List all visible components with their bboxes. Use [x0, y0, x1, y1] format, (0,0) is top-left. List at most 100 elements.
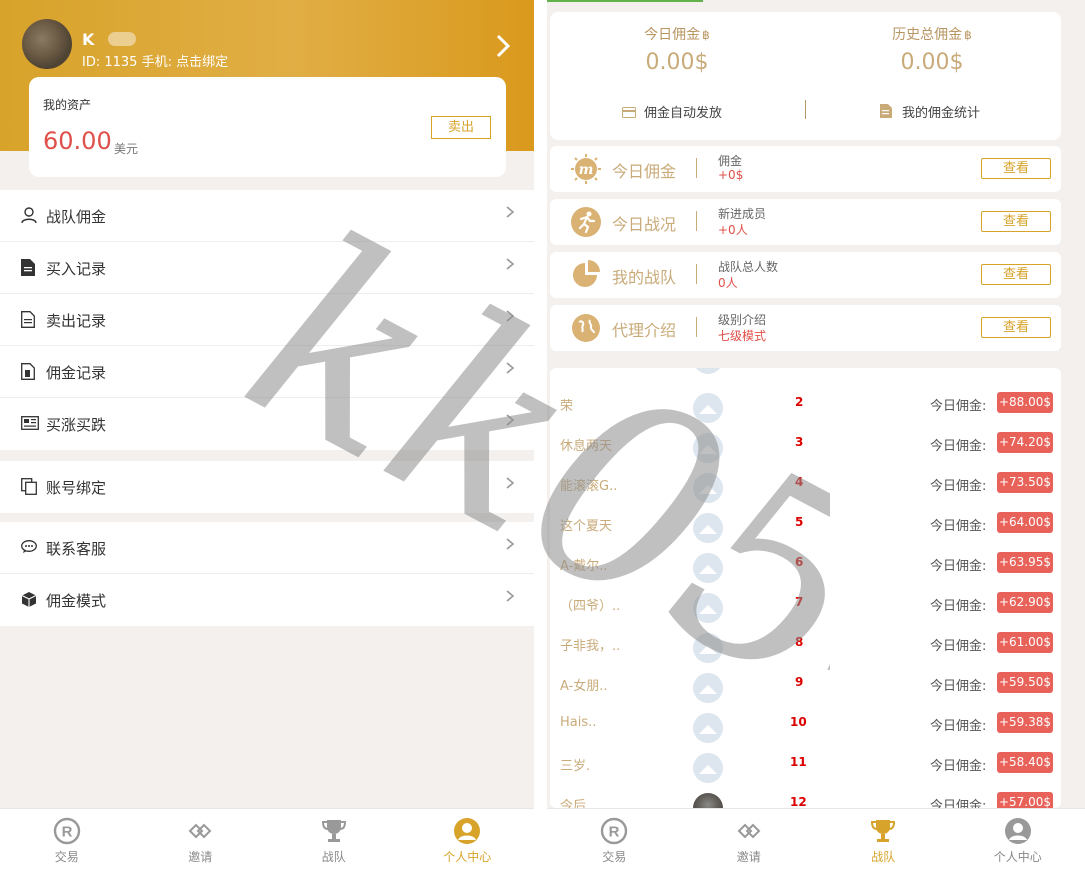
my-commission-stats-link[interactable]: 我的佣金统计 — [880, 102, 980, 121]
row-separator — [696, 317, 697, 337]
menu-item-label: 战队佣金 — [46, 208, 107, 226]
document-icon — [880, 104, 894, 118]
summary-row-title: 今日佣金 — [612, 162, 677, 181]
today-commission-label: 今日佣金: — [930, 439, 987, 454]
view-button[interactable]: 查看 — [981, 317, 1051, 338]
nav-label: 邀请 — [736, 850, 761, 864]
member-name: 今后 — [560, 799, 587, 808]
user-icon — [21, 207, 37, 224]
ranking-row[interactable]: 今后 12 今日佣金: +57.00$ — [550, 784, 1061, 808]
commission-badge: +62.90$ — [997, 592, 1053, 613]
newspaper-icon — [21, 415, 39, 432]
menu-item[interactable]: 佣金模式 — [0, 574, 534, 626]
rank-number: 9 — [795, 675, 804, 689]
user-id-line[interactable]: ID: 1135 手机: 点击绑定 — [82, 51, 228, 70]
menu-item[interactable]: 卖出记录 — [0, 294, 534, 346]
nav-label: 战队 — [871, 850, 896, 864]
ranking-row[interactable]: （四爷）.. 7 今日佣金: +62.90$ — [550, 584, 1061, 624]
member-name: （四爷）.. — [560, 599, 621, 614]
nav-label: 交易 — [602, 850, 627, 864]
commission-badge: +58.40$ — [997, 752, 1053, 773]
summary-row-title: 代理介绍 — [612, 321, 677, 340]
commission-badge: +74.20$ — [997, 432, 1053, 453]
menu-group-records: 战队佣金买入记录卖出记录佣金记录 买涨买跌 — [0, 190, 534, 450]
today-commission-label: 今日佣金: — [930, 799, 987, 808]
trophy-icon — [869, 817, 897, 845]
nav-item[interactable]: 战队 — [816, 809, 951, 871]
nav-item[interactable]: 个人中心 — [951, 809, 1085, 871]
nav-item[interactable]: 个人中心 — [401, 809, 535, 871]
rank-number: 5 — [795, 515, 804, 529]
globe-icon — [570, 312, 602, 344]
today-commission-label: 今日佣金: — [930, 639, 987, 654]
menu-item-label: 买入记录 — [46, 260, 107, 278]
ranking-row[interactable]: 三岁. 11 今日佣金: +58.40$ — [550, 744, 1061, 784]
today-commission-label: 今日佣金: — [930, 559, 987, 574]
auto-payout-label: 佣金自动发放 — [644, 106, 723, 121]
svg-text:m: m — [579, 162, 594, 178]
ranking-row[interactable]: 荣 2 今日佣金: +88.00$ — [550, 384, 1061, 424]
nav-item[interactable]: R 交易 — [0, 809, 134, 871]
wallet-icon — [21, 363, 37, 380]
summary-row-title: 我的战队 — [612, 268, 677, 287]
today-commission-stat: 今日佣金฿ 0.00$ — [602, 24, 752, 75]
ranking-row[interactable]: 这个夏天 5 今日佣金: +64.00$ — [550, 504, 1061, 544]
view-button[interactable]: 查看 — [981, 158, 1051, 179]
chevron-right-icon — [505, 536, 515, 555]
menu-group-account: 账号绑定 — [0, 461, 534, 513]
member-name: 休息两天 — [560, 439, 613, 454]
nav-item[interactable]: 邀请 — [682, 809, 817, 871]
username-blurred — [108, 32, 136, 46]
auto-payout-link[interactable]: 佣金自动发放 — [622, 102, 722, 121]
chevron-right-icon — [505, 475, 515, 494]
chevron-right-icon[interactable] — [490, 33, 516, 59]
commission-badge: +57.00$ — [997, 792, 1053, 808]
today-commission-value: 0.00$ — [645, 50, 709, 75]
loading-progress-bar — [547, 0, 703, 2]
menu-item[interactable]: 战队佣金 — [0, 190, 534, 242]
ranking-row[interactable]: Hais.. 10 今日佣金: +59.38$ — [550, 704, 1061, 744]
avatar — [693, 513, 723, 543]
user-circle-icon — [453, 817, 481, 845]
nav-label: 个人中心 — [993, 850, 1042, 864]
commission-badge: +61.00$ — [997, 632, 1053, 653]
member-name: 三岁. — [560, 759, 591, 774]
asset-unit: 美元 — [114, 142, 139, 156]
nav-item[interactable]: 邀请 — [134, 809, 268, 871]
menu-item[interactable]: 买涨买跌 — [0, 398, 534, 450]
member-name: 荣 — [560, 399, 574, 414]
ranking-row[interactable]: A-女朋.. 9 今日佣金: +59.50$ — [550, 664, 1061, 704]
menu-item[interactable]: 佣金记录 — [0, 346, 534, 398]
view-button[interactable]: 查看 — [981, 211, 1051, 232]
nav-item[interactable]: 战队 — [267, 809, 401, 871]
ranking-row[interactable]: 休息两天 3 今日佣金: +74.20$ — [550, 424, 1061, 464]
summary-row: 代理介绍 级别介绍 七级模式 查看 — [550, 305, 1061, 351]
nav-item[interactable]: R 交易 — [547, 809, 682, 871]
rank-number: 7 — [795, 595, 804, 609]
chevron-right-icon — [505, 204, 515, 223]
today-commission-label: 今日佣金: — [930, 679, 987, 694]
ranking-row[interactable]: 子非我，.. 8 今日佣金: +61.00$ — [550, 624, 1061, 664]
history-commission-stat: 历史总佣金฿ 0.00$ — [857, 24, 1007, 75]
menu-item[interactable]: 联系客服 — [0, 522, 534, 574]
ranking-row[interactable]: A-戴尔.. 6 今日佣金: +63.95$ — [550, 544, 1061, 584]
menu-item-label: 卖出记录 — [46, 312, 107, 330]
summary-row: m 今日佣金 佣金 +0$ 查看 — [550, 146, 1061, 192]
view-button[interactable]: 查看 — [981, 264, 1051, 285]
nav-label: 战队 — [321, 850, 346, 864]
avatar[interactable] — [22, 19, 72, 69]
today-commission-label: 今日佣金: — [930, 719, 987, 734]
avatar — [693, 553, 723, 583]
menu-group-support: 联系客服 佣金模式 — [0, 522, 534, 626]
sell-button[interactable]: 卖出 — [431, 116, 491, 139]
ranking-row[interactable]: 能滚滚G.. 4 今日佣金: +73.50$ — [550, 464, 1061, 504]
bitcoin-icon: ฿ — [702, 28, 710, 42]
menu-item[interactable]: 买入记录 — [0, 242, 534, 294]
avatar — [693, 633, 723, 663]
rank-number: 6 — [795, 555, 804, 569]
file-filled-icon — [21, 259, 37, 276]
avatar — [693, 793, 723, 808]
menu-item[interactable]: 账号绑定 — [0, 461, 534, 513]
summary-row-value: +0人 — [718, 223, 748, 237]
member-name: Hais.. — [560, 715, 597, 730]
